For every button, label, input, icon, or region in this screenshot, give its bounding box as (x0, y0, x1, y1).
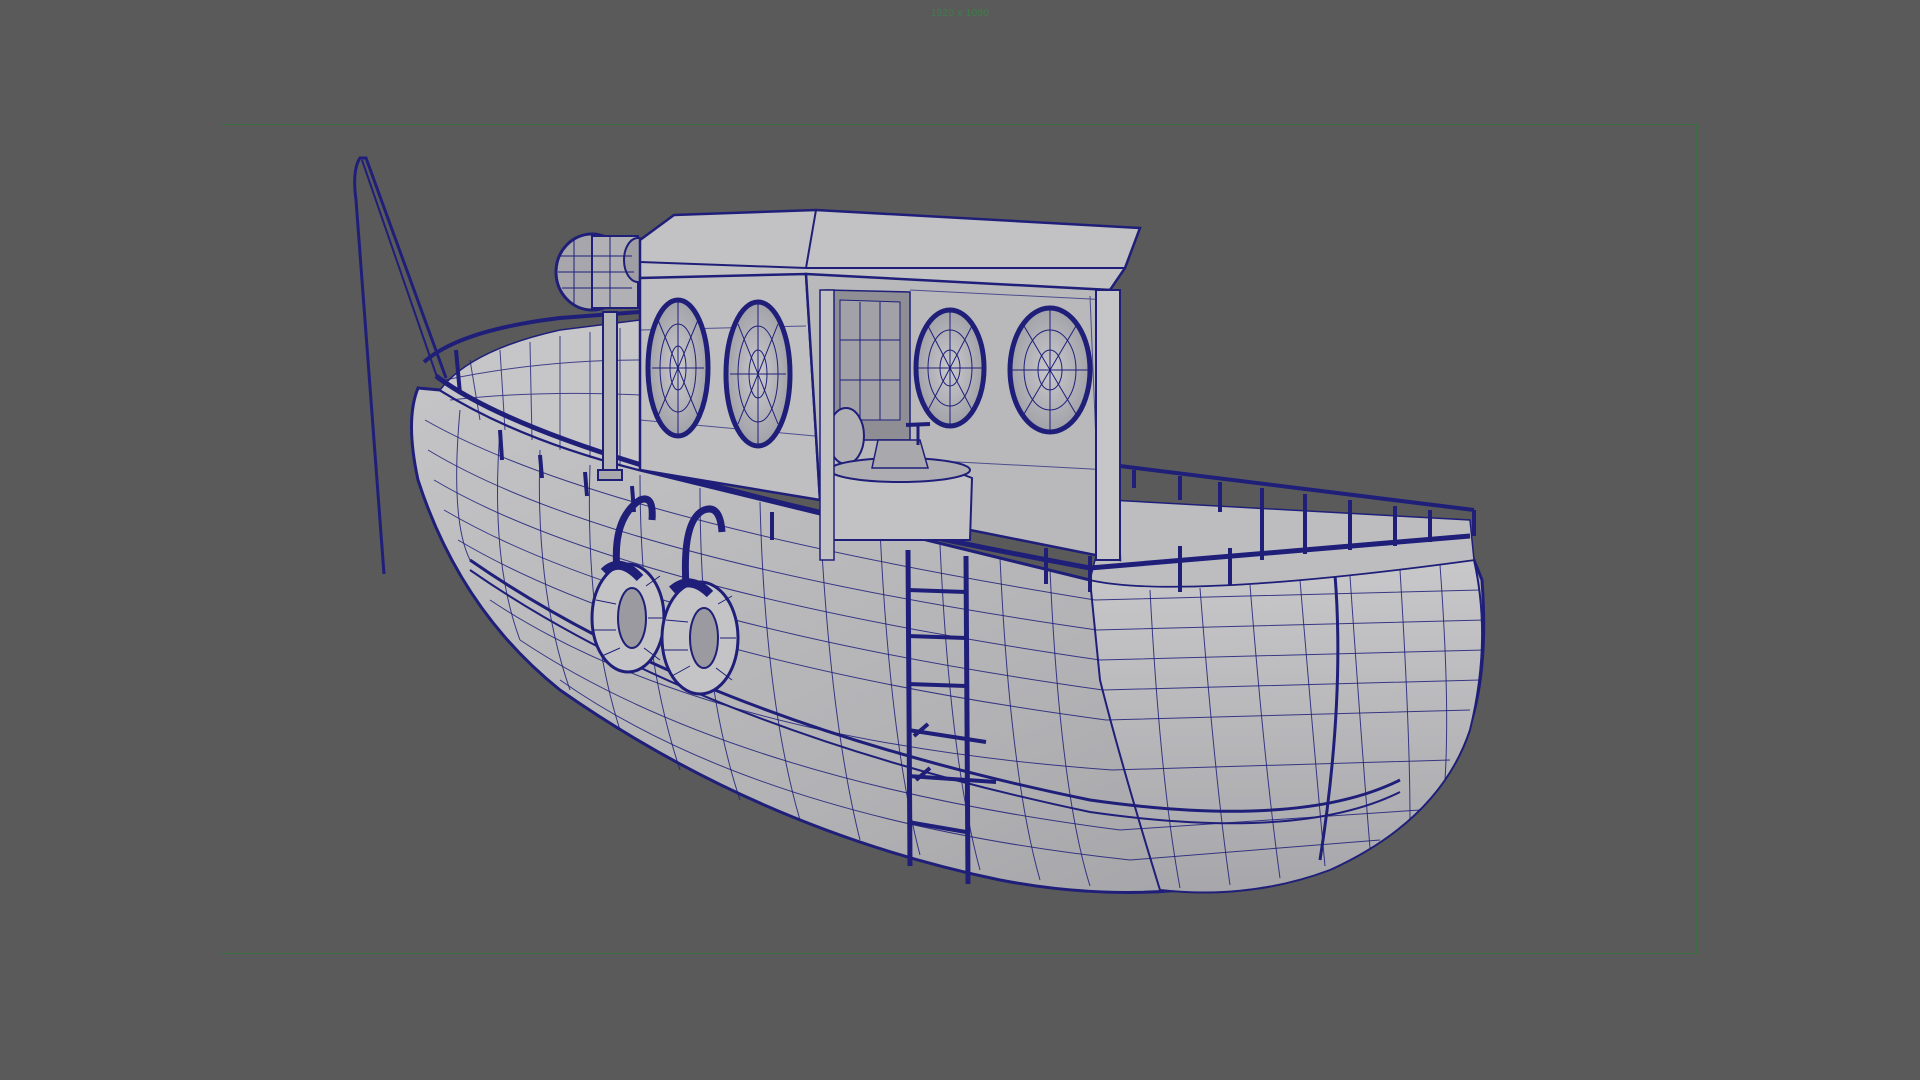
boat-wireframe-model[interactable] (0, 0, 1920, 1080)
3d-viewport[interactable]: 1920 x 1080 (0, 0, 1920, 1080)
porthole-3 (913, 307, 987, 429)
porthole-2 (723, 299, 793, 449)
porthole-4 (1007, 305, 1093, 435)
porthole-1 (645, 297, 711, 439)
